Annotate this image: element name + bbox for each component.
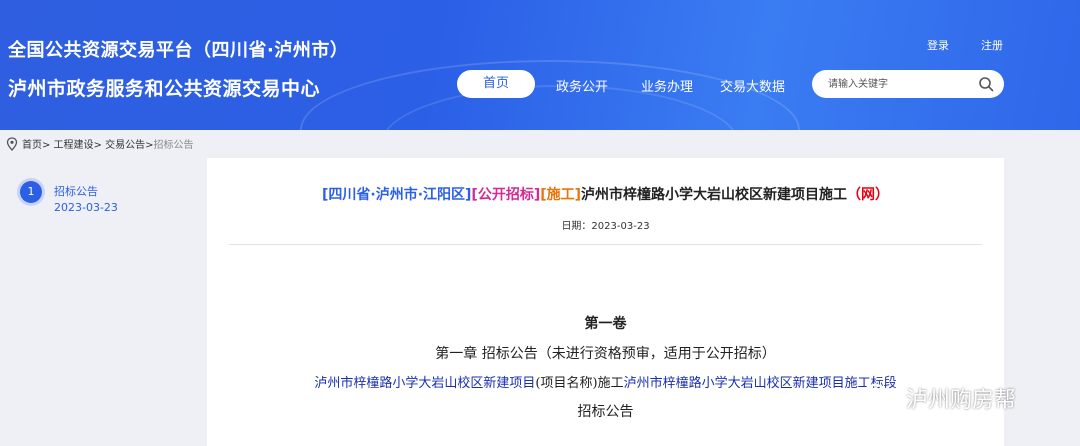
breadcrumb-current: 招标公告 [153, 140, 194, 151]
title-type: [公开招标] [471, 187, 541, 203]
title-suffix: （网） [847, 187, 890, 203]
timeline-step-date: 2023-03-23 [54, 201, 118, 214]
nav-gov-affairs[interactable]: 政务公开 [556, 76, 608, 95]
article-title: [四川省·泸州市·江阳区][公开招标][施工]泸州市梓橦路小学大岩山校区新建项目… [207, 184, 1004, 204]
nav-big-data[interactable]: 交易大数据 [720, 76, 785, 95]
doc-project-name: 泸州市梓橦路小学大岩山校区新建项目 [314, 376, 536, 391]
article-date: 日期：2023-03-23 [561, 221, 650, 232]
breadcrumb-path[interactable]: 首页> 工程建设> 交易公告> [22, 136, 154, 151]
timeline-step-label[interactable]: 招标公告 [54, 183, 98, 199]
site-header: 全国公共资源交易平台（四川省·泸州市） 泸州市政务服务和公共资源交易中心 登录 … [0, 0, 1080, 130]
watermark-text: 泸州购房帮 [906, 388, 1017, 413]
search-icon[interactable] [978, 76, 994, 92]
platform-title[interactable]: 全国公共资源交易平台（四川省·泸州市） [8, 36, 348, 62]
login-link[interactable]: 登录 [927, 37, 949, 53]
doc-project-section: 泸州市梓橦路小学大岩山校区新建项目施工标段 [623, 376, 897, 391]
title-main: 泸州市梓橦路小学大岩山校区新建项目施工 [581, 187, 848, 203]
center-title[interactable]: 泸州市政务服务和公共资源交易中心 [8, 74, 320, 101]
location-pin-icon [6, 136, 18, 151]
doc-project-mid: (项目名称)施工 [535, 376, 624, 391]
nav-business[interactable]: 业务办理 [641, 76, 693, 95]
title-category: [施工] [540, 187, 582, 203]
title-region: [四川省·泸州市·江阳区] [321, 187, 472, 203]
search-box [812, 70, 1004, 98]
register-link[interactable]: 注册 [981, 37, 1003, 53]
watermark: 泸州购房帮 [860, 382, 1016, 414]
timeline-step-badge: 1 [20, 181, 42, 203]
doc-volume: 第一卷 [584, 316, 627, 332]
nav-home[interactable]: 首页 [457, 70, 535, 98]
breadcrumb: 首页> 工程建设> 交易公告> 招标公告 [6, 136, 194, 151]
search-input[interactable] [828, 75, 978, 93]
divider [229, 244, 982, 245]
doc-chapter: 第一章 招标公告（未进行资格预审，适用于公开招标） [435, 346, 776, 362]
wechat-icon [861, 383, 898, 411]
